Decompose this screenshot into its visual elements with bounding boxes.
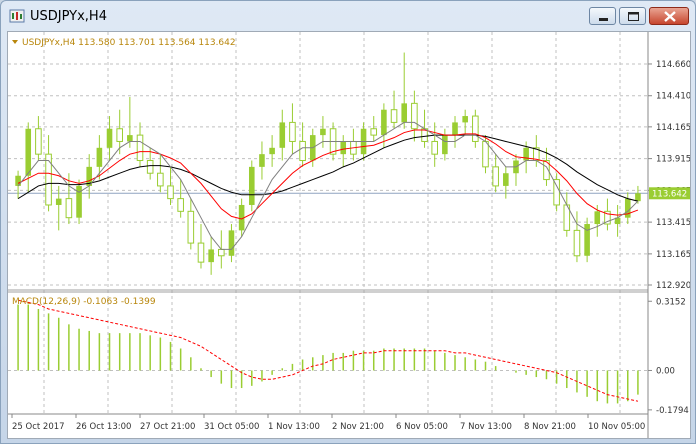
current-price-label: 113.642 (652, 189, 687, 199)
candle-body-bear (187, 210, 195, 244)
close-icon (664, 11, 676, 22)
candle-body-bull (55, 198, 62, 205)
candle-body-bear (218, 248, 225, 257)
window-title: USDJPYx,H4 (30, 9, 107, 24)
candle-body-bull (208, 249, 214, 263)
chart-header-text: USDJPYx,H4 113.580 113.701 113.564 113.6… (22, 38, 236, 48)
candle-body-bear (299, 140, 306, 162)
time-label: 27 Oct 21:00 (140, 422, 195, 432)
chart-area[interactable]: 114.660114.410114.165113.915113.665113.4… (7, 31, 691, 439)
candle-body-bear (167, 185, 174, 200)
macd-scale-label: 0.00 (656, 366, 675, 376)
time-label: 1 Nov 13:00 (268, 422, 320, 432)
chart-window-icon (9, 9, 25, 23)
macd-signal-line (17, 299, 639, 402)
price-label: 112.920 (656, 281, 691, 291)
candle-body-bull (228, 230, 235, 256)
candle-body-bear (146, 160, 154, 174)
price-label: 114.165 (656, 123, 691, 133)
time-label: 25 Oct 2017 (12, 422, 65, 432)
candle-body-bull (279, 122, 286, 148)
candle-body-bear (411, 102, 418, 130)
candle-body-bull (401, 103, 408, 123)
macd-scale-label: -0.1794 (656, 406, 689, 416)
candle-body-bull (594, 211, 601, 225)
close-button[interactable] (649, 7, 689, 25)
price-label: 114.410 (656, 92, 691, 102)
maximize-icon (628, 12, 639, 21)
candle-body-bull (248, 166, 255, 205)
chart-canvas[interactable]: 114.660114.410114.165113.915113.665113.4… (8, 32, 691, 439)
maximize-button[interactable] (619, 7, 646, 25)
candle-body-bear (370, 128, 378, 136)
candle-body-bull (381, 109, 387, 136)
minimize-icon (599, 18, 608, 21)
candle-body-bear (136, 134, 144, 162)
candle-body-bull (96, 147, 103, 167)
candle-body-bear (431, 140, 438, 155)
candle-body-bull (462, 116, 468, 123)
candle-body-bear (553, 179, 560, 206)
candle-body-bull (624, 198, 631, 218)
candle-body-bear (65, 198, 73, 219)
candle-body-bear (157, 172, 164, 187)
time-label: 2 Nov 21:00 (332, 422, 384, 432)
time-label: 10 Nov 05:00 (588, 422, 645, 432)
price-label: 113.415 (656, 218, 691, 228)
macd-scale-label: 0.3152 (656, 297, 686, 307)
candle-body-bull (15, 175, 21, 186)
price-label: 113.165 (656, 250, 691, 260)
candle-body-bear (472, 115, 479, 142)
chart-window: USDJPYx,H4 114.660 114.410 114.165 113.915 1… (0, 0, 696, 444)
candle-body-bear (45, 153, 52, 206)
minimize-button[interactable] (589, 7, 616, 25)
time-label: 6 Nov 05:00 (396, 422, 448, 432)
candle-body-bear (482, 140, 489, 168)
price-label: 113.915 (656, 155, 691, 165)
price-label: 114.660 (656, 60, 691, 70)
candle-body-bear (177, 198, 184, 212)
candle-body-bull (452, 122, 458, 136)
candle-body-bull (259, 154, 265, 167)
candle-body-bear (492, 166, 499, 187)
candle-body-bull (106, 128, 113, 148)
candle-body-bull (503, 173, 509, 186)
chart-grid (8, 32, 648, 414)
macd-layer (17, 299, 639, 404)
candle-body-bull (25, 128, 32, 176)
time-label: 8 Nov 21:00 (524, 422, 576, 432)
candle-body-bull (269, 147, 275, 155)
candle-body-bull (320, 128, 326, 136)
chart-dropdown-icon[interactable] (12, 40, 18, 44)
candle-body-bull (442, 135, 448, 155)
chart-header[interactable]: USDJPYx,H4 113.580 113.701 113.564 113.6… (12, 38, 236, 48)
candle-body-bear (289, 121, 296, 142)
time-label: 31 Oct 05:00 (204, 422, 259, 432)
time-label: 26 Oct 13:00 (76, 422, 131, 432)
candle-body-bull (340, 141, 347, 155)
candle-body-bull (635, 193, 641, 202)
candle-body-bear (116, 128, 123, 142)
candles-layer (15, 52, 641, 275)
time-label: 7 Nov 13:00 (460, 422, 512, 432)
title-bar[interactable]: USDJPYx,H4 (1, 1, 695, 31)
candle-body-bear (35, 128, 42, 155)
candle-body-bear (573, 229, 581, 257)
candle-body-bull (127, 135, 133, 142)
candle-body-bear (390, 109, 398, 123)
candle-body-bear (197, 242, 205, 263)
macd-header-text[interactable]: MACD(12,26,9) -0.1063 -0.1399 (12, 297, 156, 307)
